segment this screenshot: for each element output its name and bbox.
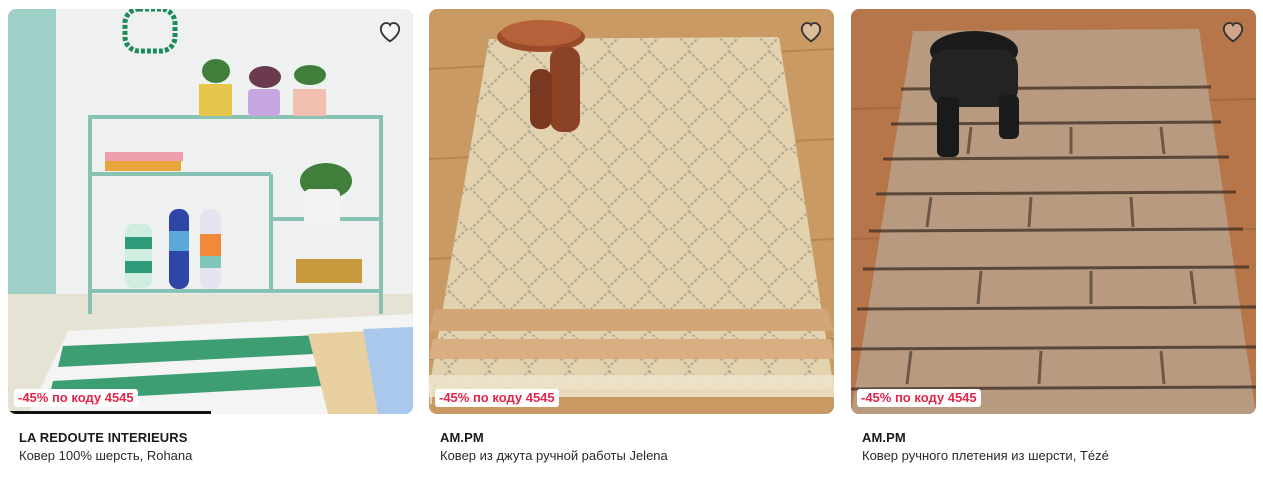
promo-badge: -45% по коду 4545 — [857, 389, 981, 407]
rug-wool-blocks-photo — [851, 9, 1256, 414]
product-title[interactable]: Ковер 100% шерсть, Rohana — [19, 448, 192, 463]
promo-badge: -45% по коду 4545 — [14, 389, 138, 407]
product-title[interactable]: Ковер ручного плетения из шерсти, Tézé — [862, 448, 1109, 463]
rug-jute-photo — [429, 9, 834, 414]
product-image[interactable]: -45% по коду 4545 — [8, 9, 413, 414]
heart-outline-icon — [800, 22, 822, 43]
favorite-button[interactable] — [798, 19, 824, 45]
heart-outline-icon — [379, 22, 401, 43]
heart-outline-icon — [1222, 22, 1244, 43]
product-card[interactable]: -45% по коду 4545 AM.PM Ковер из джута р… — [429, 9, 834, 469]
product-grid: -45% по коду 4545 LA REDOUTE INTERIEURS … — [8, 9, 1256, 469]
product-title[interactable]: Ковер из джута ручной работы Jelena — [440, 448, 668, 463]
product-image[interactable]: -45% по коду 4545 — [851, 9, 1256, 414]
product-image[interactable]: -45% по коду 4545 — [429, 9, 834, 414]
product-brand[interactable]: AM.PM — [862, 430, 906, 445]
product-card[interactable]: -45% по коду 4545 LA REDOUTE INTERIEURS … — [8, 9, 413, 469]
product-brand[interactable]: LA REDOUTE INTERIEURS — [19, 430, 187, 445]
rug-striped-photo — [8, 9, 413, 414]
promo-badge: -45% по коду 4545 — [435, 389, 559, 407]
product-brand[interactable]: AM.PM — [440, 430, 484, 445]
favorite-button[interactable] — [1220, 19, 1246, 45]
product-card[interactable]: -45% по коду 4545 AM.PM Ковер ручного пл… — [851, 9, 1256, 469]
image-slider-indicator — [8, 411, 211, 414]
favorite-button[interactable] — [377, 19, 403, 45]
